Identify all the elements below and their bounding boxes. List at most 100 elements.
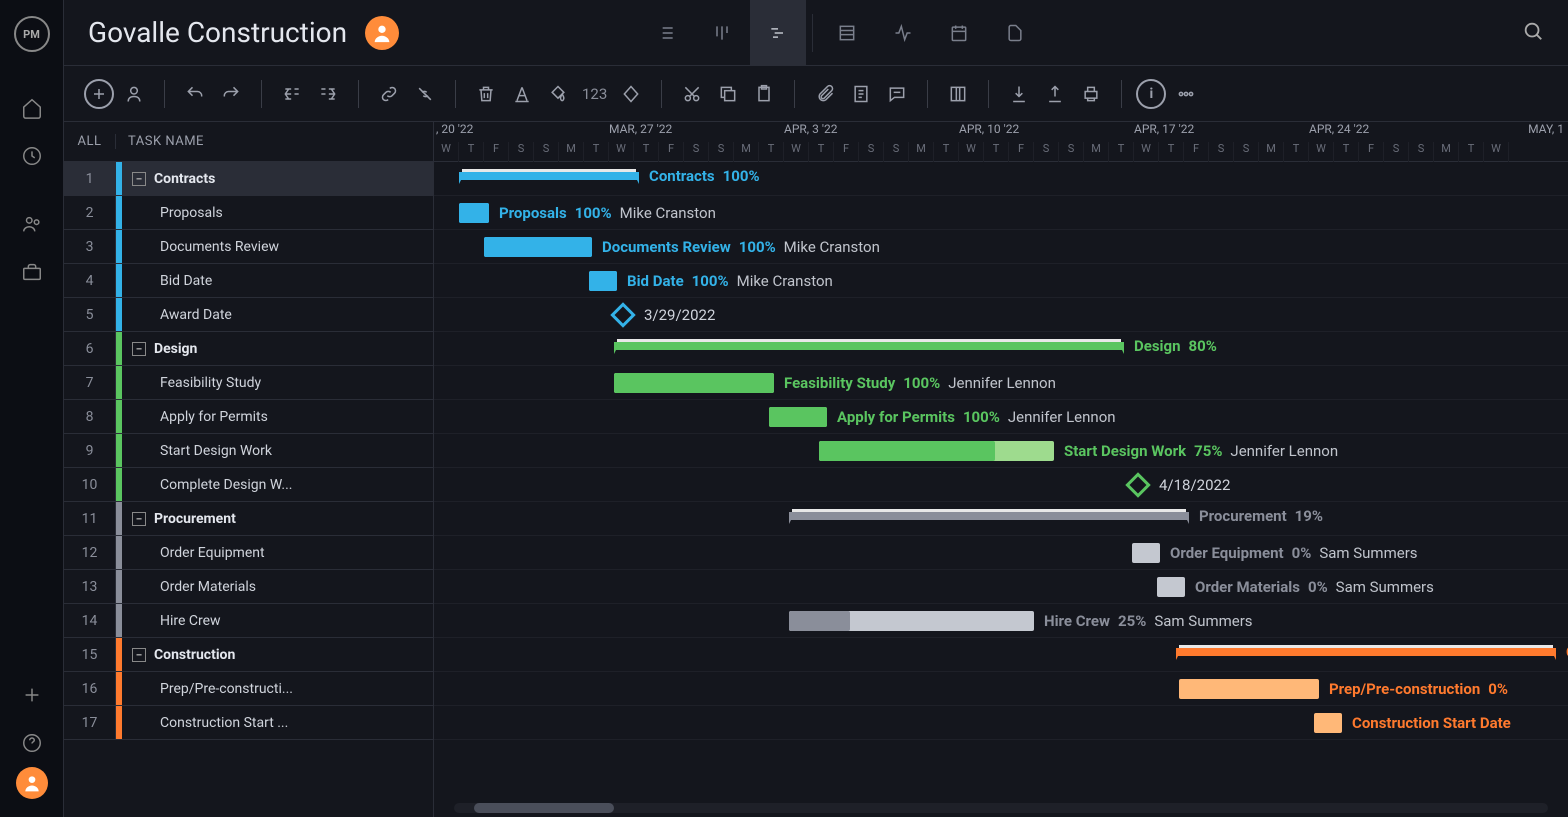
- columns-button[interactable]: [942, 78, 974, 110]
- copy-button[interactable]: [712, 78, 744, 110]
- fill-color-button[interactable]: [542, 78, 574, 110]
- task-row[interactable]: 9Start Design Work: [64, 434, 433, 468]
- timeline-day-label: T: [634, 142, 659, 162]
- undo-button[interactable]: [179, 78, 211, 110]
- task-row[interactable]: 1−Contracts: [64, 162, 433, 196]
- add-task-button[interactable]: [84, 79, 114, 109]
- redo-button[interactable]: [215, 78, 247, 110]
- task-list-header: ALL TASK NAME: [64, 122, 433, 162]
- timeline-day-label: S: [684, 142, 709, 162]
- timeline-day-label: T: [1159, 142, 1184, 162]
- assign-button[interactable]: [118, 78, 150, 110]
- delete-button[interactable]: [470, 78, 502, 110]
- notes-button[interactable]: [845, 78, 877, 110]
- gantt-bar[interactable]: Order Materials0%Sam Summers: [1157, 577, 1185, 597]
- export-button[interactable]: [1039, 78, 1071, 110]
- timeline-day-label: M: [734, 142, 759, 162]
- gantt-bar[interactable]: Contracts100%: [459, 172, 639, 180]
- collapse-icon[interactable]: −: [132, 172, 146, 186]
- files-view-tab[interactable]: [987, 0, 1043, 66]
- gantt-bar[interactable]: Documents Review100%Mike Cranston: [484, 237, 592, 257]
- print-button[interactable]: [1075, 78, 1107, 110]
- sheet-view-tab[interactable]: [819, 0, 875, 66]
- attachment-button[interactable]: [809, 78, 841, 110]
- home-icon[interactable]: [0, 84, 64, 132]
- app-logo[interactable]: PM: [14, 16, 50, 52]
- horizontal-scrollbar[interactable]: [454, 803, 1548, 813]
- task-row[interactable]: 8Apply for Permits: [64, 400, 433, 434]
- gantt-bar-label: Contracts100%: [649, 167, 760, 185]
- list-view-tab[interactable]: [638, 0, 694, 66]
- project-owner-avatar[interactable]: [365, 16, 399, 50]
- gantt-row: Bid Date100%Mike Cranston: [434, 264, 1568, 298]
- gantt-bar[interactable]: Procurement19%: [789, 512, 1189, 520]
- gantt-chart[interactable]: , 20 '22 MAY, 1 MAR, 27 '22APR, 3 '22APR…: [434, 122, 1568, 817]
- gantt-bar[interactable]: Prep/Pre-construction0%: [1179, 679, 1319, 699]
- timeline-day-label: F: [484, 142, 509, 162]
- collapse-icon[interactable]: −: [132, 342, 146, 356]
- milestone-icon[interactable]: [1125, 472, 1150, 497]
- cut-button[interactable]: [676, 78, 708, 110]
- gantt-row: Proposals100%Mike Cranston: [434, 196, 1568, 230]
- timeline-day-label: S: [1384, 142, 1409, 162]
- text-style-button[interactable]: [506, 78, 538, 110]
- link-button[interactable]: [373, 78, 405, 110]
- search-icon[interactable]: [1522, 20, 1544, 46]
- task-row[interactable]: 17Construction Start ...: [64, 706, 433, 740]
- help-icon[interactable]: [0, 719, 64, 767]
- gantt-bar[interactable]: Construction Start Date: [1314, 713, 1342, 733]
- task-row[interactable]: 11−Procurement: [64, 502, 433, 536]
- gantt-bar[interactable]: Design80%: [614, 342, 1124, 350]
- calendar-view-tab[interactable]: [931, 0, 987, 66]
- unlink-button[interactable]: [409, 78, 441, 110]
- info-button[interactable]: i: [1136, 79, 1166, 109]
- board-view-tab[interactable]: [694, 0, 750, 66]
- import-button[interactable]: [1003, 78, 1035, 110]
- gantt-bar[interactable]: Feasibility Study100%Jennifer Lennon: [614, 373, 774, 393]
- task-row[interactable]: 3Documents Review: [64, 230, 433, 264]
- gantt-row: Prep/Pre-construction0%: [434, 672, 1568, 706]
- task-row[interactable]: 6−Design: [64, 332, 433, 366]
- add-icon[interactable]: [0, 671, 64, 719]
- task-row[interactable]: 5Award Date: [64, 298, 433, 332]
- task-row[interactable]: 4Bid Date: [64, 264, 433, 298]
- comment-button[interactable]: [881, 78, 913, 110]
- gantt-bar[interactable]: Apply for Permits100%Jennifer Lennon: [769, 407, 827, 427]
- task-row[interactable]: 13Order Materials: [64, 570, 433, 604]
- team-icon[interactable]: [0, 200, 64, 248]
- gantt-bar[interactable]: Order Equipment0%Sam Summers: [1132, 543, 1160, 563]
- task-name-cell: Order Materials: [122, 579, 433, 595]
- gantt-bar[interactable]: Proposals100%Mike Cranston: [459, 203, 489, 223]
- task-row[interactable]: 15−Construction: [64, 638, 433, 672]
- gantt-bar-label: Feasibility Study100%Jennifer Lennon: [784, 374, 1056, 392]
- user-avatar[interactable]: [16, 767, 48, 799]
- milestone-icon[interactable]: [610, 302, 635, 327]
- gantt-row: Design80%: [434, 332, 1568, 366]
- task-name-cell: Apply for Permits: [122, 409, 433, 425]
- recent-icon[interactable]: [0, 132, 64, 180]
- gantt-bar[interactable]: Construction: [1176, 648, 1556, 656]
- task-row[interactable]: 7Feasibility Study: [64, 366, 433, 400]
- more-button[interactable]: [1170, 78, 1202, 110]
- task-row[interactable]: 14Hire Crew: [64, 604, 433, 638]
- collapse-icon[interactable]: −: [132, 512, 146, 526]
- milestone-button[interactable]: [615, 78, 647, 110]
- gantt-view-tab[interactable]: [750, 0, 806, 66]
- task-row[interactable]: 2Proposals: [64, 196, 433, 230]
- gantt-bar[interactable]: Bid Date100%Mike Cranston: [589, 271, 617, 291]
- task-row[interactable]: 10Complete Design W...: [64, 468, 433, 502]
- column-task-name[interactable]: TASK NAME: [116, 134, 216, 149]
- outdent-button[interactable]: [276, 78, 308, 110]
- task-row[interactable]: 12Order Equipment: [64, 536, 433, 570]
- timeline-day-label: W: [609, 142, 634, 162]
- column-all[interactable]: ALL: [64, 134, 116, 149]
- gantt-bar[interactable]: Hire Crew25%Sam Summers: [789, 611, 1034, 631]
- activity-view-tab[interactable]: [875, 0, 931, 66]
- collapse-icon[interactable]: −: [132, 648, 146, 662]
- paste-button[interactable]: [748, 78, 780, 110]
- gantt-bar[interactable]: Start Design Work75%Jennifer Lennon: [819, 441, 1054, 461]
- briefcase-icon[interactable]: [0, 248, 64, 296]
- indent-button[interactable]: [312, 78, 344, 110]
- task-row[interactable]: 16Prep/Pre-constructi...: [64, 672, 433, 706]
- task-name-cell: Feasibility Study: [122, 375, 433, 391]
